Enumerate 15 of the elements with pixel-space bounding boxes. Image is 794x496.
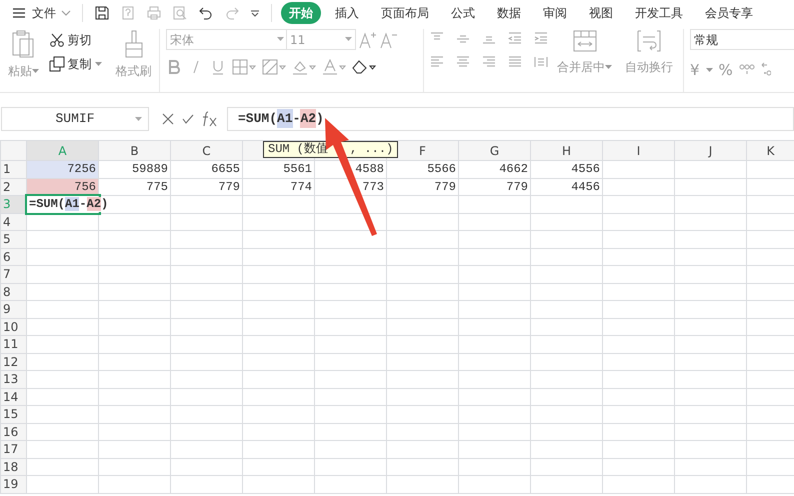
table-cell: 779	[386, 178, 458, 196]
cell-formula: =SUM(A1-A2)	[29, 196, 108, 212]
table-cell: 6655	[170, 160, 242, 178]
function-tooltip: SUM (数值 , ...)	[263, 141, 398, 158]
table-cell: 779	[170, 178, 242, 196]
table-cell: 779	[458, 178, 530, 196]
table-cell: 59889	[98, 160, 170, 178]
table-cell: 4456	[530, 178, 602, 196]
table-cell: 5566	[386, 160, 458, 178]
table-cell: 5561	[242, 160, 314, 178]
table-cell: 7256	[26, 160, 98, 178]
table-cell: 4662	[458, 160, 530, 178]
table-cell: 4556	[530, 160, 602, 178]
table-cell: 775	[98, 178, 170, 196]
table-cell: 774	[242, 178, 314, 196]
